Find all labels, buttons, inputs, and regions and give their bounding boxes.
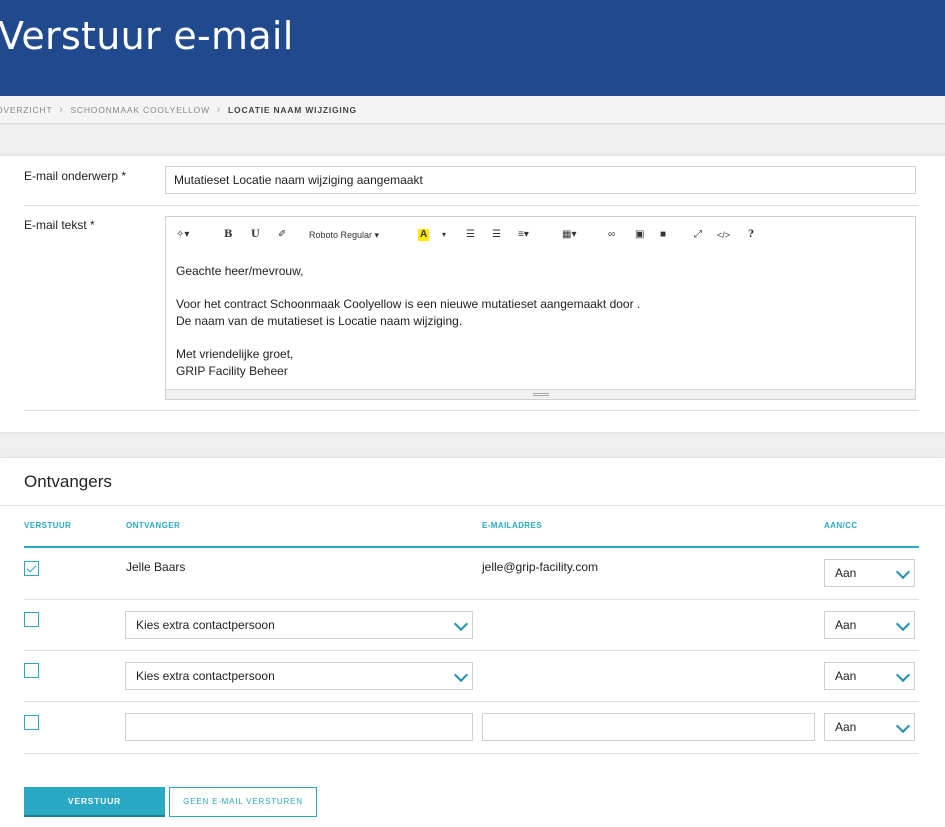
- skip-email-button[interactable]: GEEN E-MAIL VERSTUREN: [169, 787, 317, 817]
- send-checkbox[interactable]: [24, 561, 39, 576]
- contact-select[interactable]: Kies extra contactpersoon: [125, 662, 473, 690]
- editor-toolbar: ✧▾ B U ✐ Roboto Regular ▾ A ▾ ☰ ☰ ≡▾ ▦▾ …: [166, 217, 915, 251]
- to-cc-value: Aan: [835, 566, 857, 580]
- to-cc-value: Aan: [835, 669, 857, 683]
- to-cc-value: Aan: [835, 618, 857, 632]
- to-cc-select[interactable]: Aan: [824, 662, 915, 690]
- divider: [24, 650, 919, 651]
- contact-select-placeholder: Kies extra contactpersoon: [136, 669, 275, 683]
- fullscreen-icon[interactable]: ⤢: [694, 229, 702, 241]
- body-line-2: De naam van de mutatieset is Locatie naa…: [176, 314, 463, 328]
- underline-button[interactable]: U: [251, 229, 260, 241]
- chevron-down-icon: [895, 718, 911, 734]
- bold-button[interactable]: B: [224, 229, 232, 241]
- subject-input[interactable]: [165, 166, 916, 194]
- divider: [24, 753, 919, 754]
- highlight-dropdown-icon[interactable]: ▾: [442, 229, 446, 241]
- table-icon[interactable]: ▦▾: [562, 229, 576, 241]
- to-cc-select[interactable]: Aan: [824, 559, 915, 587]
- recipient-email-input[interactable]: [482, 713, 815, 741]
- body-closing-1: Met vriendelijke groet,: [176, 347, 294, 361]
- page-title: Verstuur e-mail: [0, 14, 294, 58]
- help-button[interactable]: ?: [748, 229, 754, 241]
- chevron-down-icon: [895, 667, 911, 683]
- to-cc-select[interactable]: Aan: [824, 713, 915, 741]
- subject-label: E-mail onderwerp *: [24, 169, 127, 183]
- chevron-down-icon: [895, 616, 911, 632]
- font-family-select[interactable]: Roboto Regular ▾: [309, 229, 379, 241]
- divider: [24, 599, 919, 600]
- chevron-down-icon: [453, 616, 469, 632]
- recipient-email: jelle@grip-facility.com: [482, 560, 598, 574]
- breadcrumb-item-contract[interactable]: SCHOONMAAK COOLYELLOW: [70, 105, 209, 115]
- code-view-icon[interactable]: </>: [717, 229, 730, 241]
- recipients-title: Ontvangers: [24, 472, 112, 491]
- recipient-name-input[interactable]: [125, 713, 473, 741]
- column-header-email: E-MAILADRES: [482, 521, 542, 530]
- to-cc-value: Aan: [835, 720, 857, 734]
- send-checkbox[interactable]: [24, 612, 39, 627]
- highlight-button[interactable]: A: [418, 229, 430, 241]
- divider: [0, 505, 945, 506]
- editor-content[interactable]: Geachte heer/mevrouw, Voor het contract …: [176, 263, 640, 380]
- magic-wand-icon[interactable]: ✧▾: [176, 229, 189, 241]
- send-checkbox[interactable]: [24, 715, 39, 730]
- send-button[interactable]: VERSTUUR: [24, 787, 165, 817]
- link-icon[interactable]: ∞: [608, 229, 615, 241]
- video-icon[interactable]: ■: [660, 229, 666, 241]
- breadcrumb: OVERZICHT › SCHOONMAAK COOLYELLOW › LOCA…: [0, 96, 945, 124]
- eraser-icon[interactable]: ✐: [278, 229, 286, 241]
- divider: [24, 205, 919, 206]
- grip-icon: [532, 393, 549, 396]
- body-closing-2: GRIP Facility Beheer: [176, 364, 288, 378]
- recipient-name: Jelle Baars: [126, 560, 186, 574]
- body-greeting: Geachte heer/mevrouw,: [176, 264, 304, 278]
- divider: [24, 701, 919, 702]
- column-header-to-cc: AAN/CC: [824, 521, 858, 530]
- body-label: E-mail tekst *: [24, 218, 95, 232]
- divider: [24, 410, 919, 411]
- breadcrumb-item-current: LOCATIE NAAM WIJZIGING: [228, 104, 357, 115]
- breadcrumb-item-overview[interactable]: OVERZICHT: [0, 105, 52, 115]
- chevron-right-icon: ›: [59, 104, 64, 115]
- rich-text-editor[interactable]: ✧▾ B U ✐ Roboto Regular ▾ A ▾ ☰ ☰ ≡▾ ▦▾ …: [165, 216, 916, 400]
- contact-select-placeholder: Kies extra contactpersoon: [136, 618, 275, 632]
- email-form-card: E-mail onderwerp * E-mail tekst * ✧▾ B U…: [0, 156, 945, 432]
- body-line-1: Voor het contract Schoonmaak Coolyellow …: [176, 297, 641, 311]
- chevron-down-icon: [895, 564, 911, 580]
- column-header-recipient: ONTVANGER: [126, 521, 181, 530]
- align-icon[interactable]: ≡▾: [518, 229, 529, 241]
- unordered-list-icon[interactable]: ☰: [466, 229, 475, 241]
- column-header-send: VERSTUUR: [24, 521, 72, 530]
- image-icon[interactable]: ▣: [635, 229, 644, 241]
- send-checkbox[interactable]: [24, 663, 39, 678]
- header-underline: [24, 546, 919, 548]
- editor-resize-handle[interactable]: [166, 389, 915, 399]
- to-cc-select[interactable]: Aan: [824, 611, 915, 639]
- chevron-down-icon: [453, 667, 469, 683]
- ordered-list-icon[interactable]: ☰: [492, 229, 501, 241]
- font-family-label: Roboto Regular: [309, 230, 373, 240]
- recipients-card: Ontvangers VERSTUUR ONTVANGER E-MAILADRE…: [0, 458, 945, 827]
- contact-select[interactable]: Kies extra contactpersoon: [125, 611, 473, 639]
- chevron-right-icon: ›: [216, 104, 222, 115]
- page-header: Verstuur e-mail: [0, 0, 945, 96]
